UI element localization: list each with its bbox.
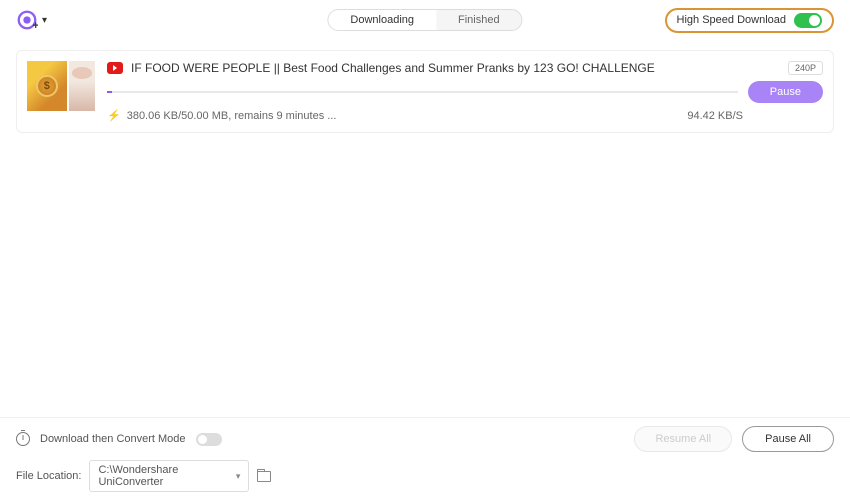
progress-bar [107, 91, 738, 93]
file-location-dropdown[interactable]: C:\Wondershare UniConverter ▾ [89, 460, 249, 492]
convert-mode-toggle[interactable] [196, 433, 222, 446]
file-location-label: File Location: [16, 470, 81, 482]
bolt-icon: ⚡ [107, 109, 121, 122]
svg-text:+: + [33, 20, 39, 31]
progress-text: 380.06 KB/50.00 MB, remains 9 minutes ..… [127, 110, 337, 122]
download-item-body: IF FOOD WERE PEOPLE || Best Food Challen… [107, 61, 823, 122]
pause-button[interactable]: Pause [748, 81, 823, 103]
chevron-down-icon: ▾ [42, 15, 47, 26]
footer: Download then Convert Mode Resume All Pa… [0, 417, 850, 500]
logo-dropdown[interactable]: + ▾ [16, 9, 47, 31]
download-speed: 94.42 KB/S [687, 110, 743, 122]
tab-finished[interactable]: Finished [436, 10, 522, 30]
file-location-value: C:\Wondershare UniConverter [98, 464, 235, 488]
convert-mode-label: Download then Convert Mode [40, 433, 186, 445]
quality-badge: 240P [788, 61, 823, 75]
header: + ▾ Downloading Finished High Speed Down… [0, 0, 850, 40]
chevron-down-icon: ▾ [236, 471, 241, 482]
pause-all-button[interactable]: Pause All [742, 426, 834, 452]
youtube-icon [107, 62, 123, 74]
video-title: IF FOOD WERE PEOPLE || Best Food Challen… [131, 61, 655, 75]
tab-downloading[interactable]: Downloading [328, 10, 436, 30]
download-list: IF FOOD WERE PEOPLE || Best Food Challen… [0, 40, 850, 417]
high-speed-toggle[interactable] [794, 13, 822, 28]
video-thumbnail [27, 61, 95, 111]
download-item: IF FOOD WERE PEOPLE || Best Food Challen… [16, 50, 834, 133]
folder-icon[interactable] [257, 471, 271, 482]
tab-bar: Downloading Finished [327, 9, 522, 31]
high-speed-download-control: High Speed Download [665, 8, 834, 33]
high-speed-label: High Speed Download [677, 14, 786, 26]
resume-all-button: Resume All [634, 426, 732, 452]
app-logo-icon: + [16, 9, 38, 31]
timer-icon[interactable] [16, 432, 30, 446]
